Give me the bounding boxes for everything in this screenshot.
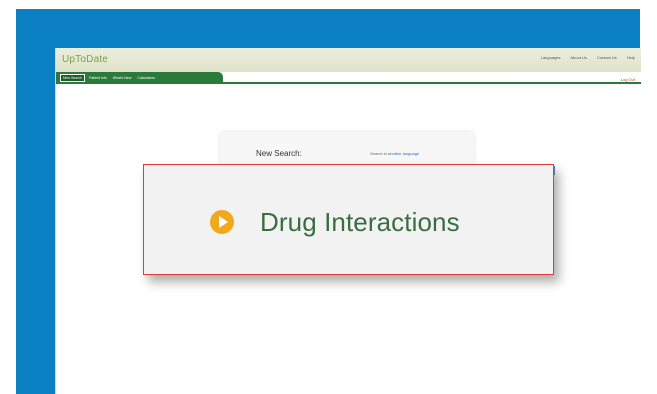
search-language-hint: Search in another language — [370, 151, 419, 156]
app-logo: UpToDate — [62, 54, 109, 65]
search-hint-prefix: Search in — [370, 151, 387, 156]
nav-divider — [56, 82, 641, 84]
play-circle-icon — [210, 210, 234, 234]
top-links: Languages About Us Contact Us Help — [541, 55, 635, 60]
tab-whats-new[interactable]: What's New — [111, 75, 134, 81]
tab-new-search[interactable]: New Search — [60, 73, 86, 82]
top-link-languages[interactable]: Languages — [541, 55, 561, 60]
top-link-contact[interactable]: Contact Us — [597, 55, 617, 60]
top-link-help[interactable]: Help — [627, 55, 635, 60]
tab-patient-info[interactable]: Patient Info — [87, 75, 109, 81]
tab-calculators[interactable]: Calculators — [135, 75, 157, 81]
logout-link[interactable]: Log Out — [621, 77, 635, 82]
search-title: New Search: — [256, 149, 302, 158]
another-language-link[interactable]: another language — [388, 151, 419, 156]
top-link-about[interactable]: About Us — [571, 55, 587, 60]
top-bar: UpToDate Languages About Us Contact Us H… — [56, 48, 641, 72]
drug-interactions-callout[interactable]: Drug Interactions — [143, 164, 554, 275]
drug-interactions-label: Drug Interactions — [260, 207, 460, 237]
